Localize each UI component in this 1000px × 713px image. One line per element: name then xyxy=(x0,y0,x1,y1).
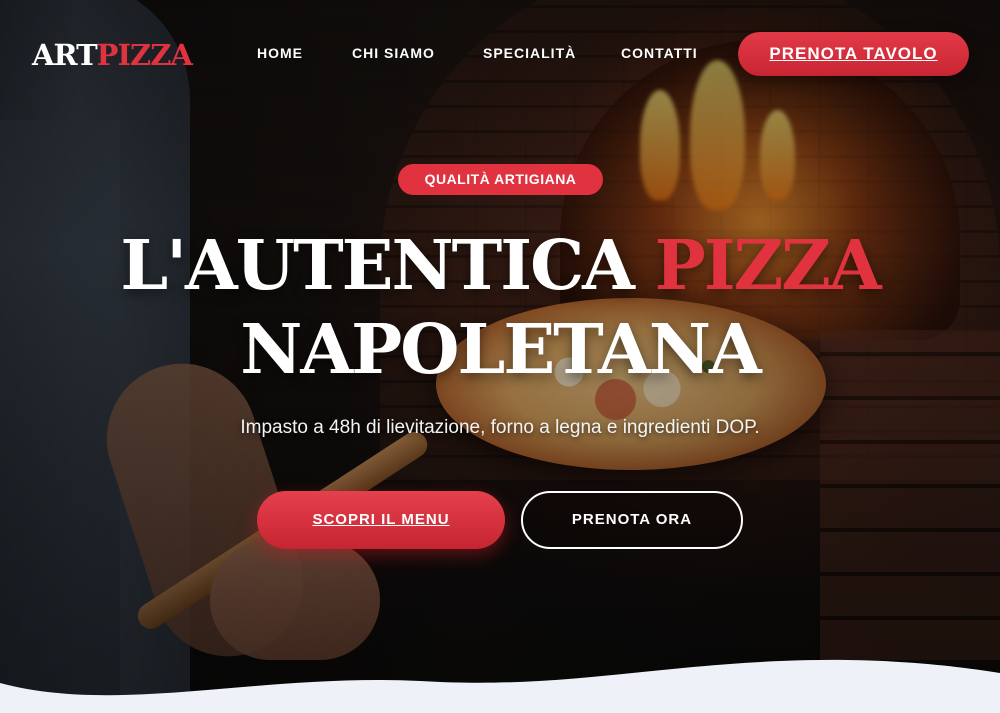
wave-divider xyxy=(0,659,1000,713)
hero-headline-line1: L'AUTENTICA PIZZA xyxy=(0,226,1000,306)
hero-subtitle: Impasto a 48h di lievitazione, forno a l… xyxy=(240,417,760,438)
logo-text-main: ART xyxy=(32,38,98,72)
prenota-ora-button[interactable]: PRENOTA ORA xyxy=(521,491,743,549)
quality-badge: QUALITÀ ARTIGIANA xyxy=(398,164,603,195)
headline-text: L'AUTENTICA xyxy=(120,226,655,306)
nav-item-chi-siamo[interactable]: CHI SIAMO xyxy=(352,44,435,62)
logo-text-accent: PIZZA xyxy=(96,38,193,72)
prenota-tavolo-button[interactable]: PRENOTA TAVOLO xyxy=(738,32,969,76)
nav-item-home[interactable]: HOME xyxy=(257,44,303,62)
hero-headline-line2: NAPOLETANA xyxy=(240,310,761,390)
brand-logo[interactable]: ARTPIZZA xyxy=(32,38,193,72)
scopri-menu-button[interactable]: SCOPRI IL MENU xyxy=(257,491,505,549)
nav-item-contatti[interactable]: CONTATTI xyxy=(621,44,698,62)
nav-item-specialita[interactable]: SPECIALITÀ xyxy=(483,44,576,62)
headline-accent-text: PIZZA xyxy=(654,226,882,306)
